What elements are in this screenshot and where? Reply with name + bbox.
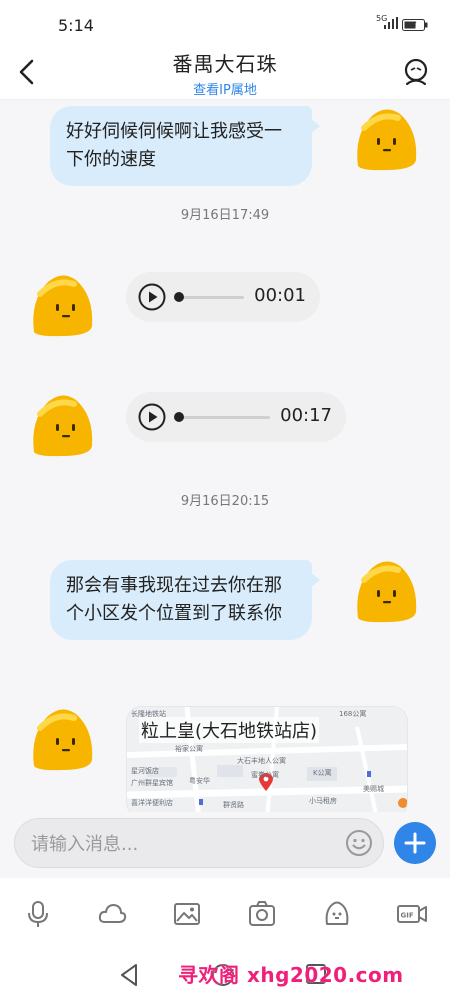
map-label: 蜜卷公寓	[251, 770, 279, 779]
map-label: 粤安华	[189, 776, 210, 785]
message-text: 那会有事我现在过去你在那个小区发个位置到了联系你	[66, 575, 282, 624]
voice-progress-knob[interactable]	[174, 292, 184, 302]
svg-text:GIF: GIF	[401, 912, 414, 920]
map-label: 大石丰地人公寓	[237, 756, 286, 765]
avatar[interactable]	[350, 104, 422, 174]
message-text: 好好伺候伺候啊让我感受一下你的速度	[66, 121, 282, 170]
system-navigation-bar: 寻欢阁 xhg2020.com	[0, 950, 450, 1000]
voice-progress-knob[interactable]	[174, 412, 184, 422]
battery-icon	[402, 19, 428, 31]
map-label: K公寓	[313, 768, 332, 777]
location-card[interactable]: 长隆地铁站 168公寓 裕家公寓 大石丰地人公寓 广州群星宾馆 粤安华 蜜卷公寓…	[126, 706, 408, 812]
watermark-text: 寻欢阁 xhg2020.com	[178, 963, 404, 987]
add-attachment-button[interactable]	[394, 822, 436, 864]
timestamp-separator: 9月16日17:49	[180, 208, 270, 223]
map-label: 喜洋洋便利店	[131, 798, 173, 807]
map-label: 群贤路	[223, 800, 244, 809]
view-ip-location-link[interactable]: 查看IP属地	[0, 79, 450, 98]
avatar[interactable]	[26, 390, 98, 460]
signal-icon	[384, 17, 398, 29]
play-icon[interactable]	[138, 403, 166, 431]
message-bubble[interactable]: 好好伺候伺候啊让我感受一下你的速度	[50, 106, 320, 186]
message-input-bar	[0, 812, 450, 878]
voice-progress-track[interactable]	[174, 296, 244, 299]
avatar[interactable]	[26, 704, 98, 774]
nav-back-icon[interactable]	[117, 962, 141, 988]
voice-message[interactable]: 00:01	[126, 272, 320, 322]
message-input-container[interactable]	[14, 818, 384, 868]
chat-title: 番禺大石珠	[172, 52, 278, 76]
message-input[interactable]	[31, 831, 331, 857]
camera-icon[interactable]	[246, 898, 278, 930]
voice-progress-track[interactable]	[174, 416, 270, 419]
image-icon[interactable]	[171, 898, 203, 930]
gif-video-icon[interactable]: GIF	[396, 898, 428, 930]
emoji-icon[interactable]	[345, 829, 373, 857]
cloud-icon[interactable]	[96, 898, 128, 930]
status-bar: 5:14 5G	[0, 0, 450, 44]
voice-message[interactable]: 00:17	[126, 392, 346, 442]
location-title: 粒上皇(大石地铁站店)	[139, 717, 320, 743]
play-icon[interactable]	[138, 283, 166, 311]
map-label: 广州群星宾馆	[131, 778, 173, 787]
map-label: 美赐城	[363, 784, 384, 793]
chat-message-list[interactable]: 好好伺候伺候啊让我感受一下你的速度 9月16日17:49 00:01 00:17…	[0, 100, 450, 812]
voice-duration: 00:17	[280, 405, 332, 426]
map-label: 裕家公寓	[175, 744, 203, 753]
chat-toolbar: GIF	[0, 878, 450, 950]
map-label: 小马租房	[309, 796, 337, 805]
avatar[interactable]	[26, 270, 98, 340]
map-label: 168公寓	[339, 709, 366, 718]
voice-duration: 00:01	[254, 285, 306, 306]
profile-icon[interactable]	[402, 58, 430, 88]
timestamp-separator: 9月16日20:15	[180, 494, 270, 509]
status-time: 5:14	[58, 16, 94, 35]
microphone-icon[interactable]	[22, 898, 54, 930]
message-bubble[interactable]: 那会有事我现在过去你在那个小区发个位置到了联系你	[50, 560, 320, 640]
sticker-icon[interactable]	[321, 898, 353, 930]
chat-header: 番禺大石珠 查看IP属地	[0, 44, 450, 100]
map-label: 星河饭店	[131, 766, 159, 775]
avatar[interactable]	[350, 556, 422, 626]
